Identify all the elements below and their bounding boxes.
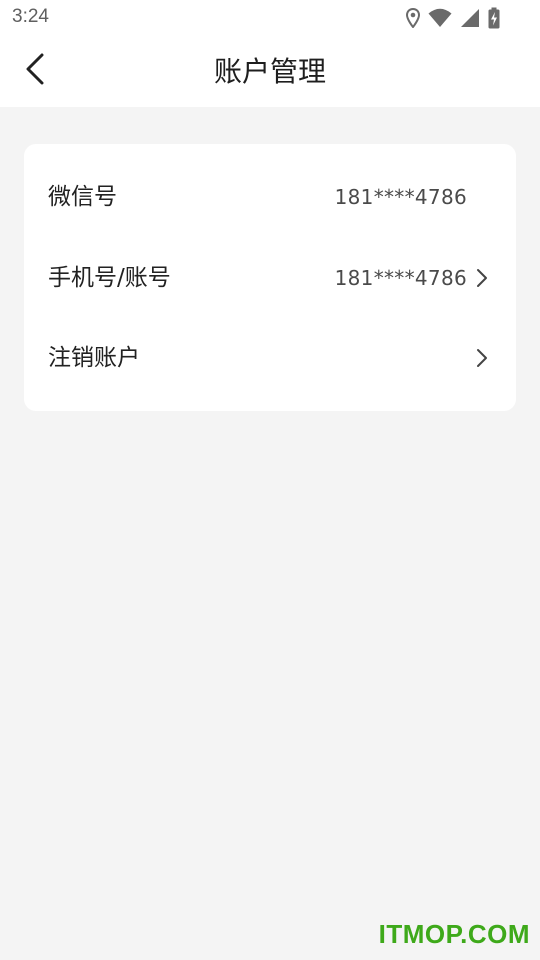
wechat-id-row[interactable]: 微信号 181****4786 [24, 157, 516, 237]
status-time: 3:24 [12, 6, 49, 27]
deactivate-account-label: 注销账户 [48, 345, 140, 371]
phone-account-label: 手机号/账号 [48, 265, 171, 291]
wechat-id-value: 181****4786 [334, 185, 467, 209]
phone-account-value: 181****4786 [334, 266, 467, 290]
deactivate-account-row[interactable]: 注销账户 [24, 318, 516, 398]
chevron-right-icon [474, 346, 490, 370]
app-header: 账户管理 [0, 36, 540, 107]
page-title: 账户管理 [213, 55, 326, 88]
wifi-icon [428, 8, 452, 28]
top-bar: 3:24 账户管理 [0, 0, 540, 107]
signal-icon [460, 8, 480, 28]
wechat-id-label: 微信号 [48, 184, 117, 210]
status-bar: 3:24 [0, 0, 540, 36]
battery-charging-icon [488, 7, 500, 29]
location-icon [406, 8, 420, 28]
account-settings-card: 微信号 181****4786 手机号/账号 181****4786 注销账户 [24, 144, 516, 411]
chevron-right-icon [474, 266, 490, 290]
watermark-logo: ITMOP.COM [378, 919, 530, 949]
status-icons [406, 6, 500, 30]
phone-account-row[interactable]: 手机号/账号 181****4786 [24, 238, 516, 318]
